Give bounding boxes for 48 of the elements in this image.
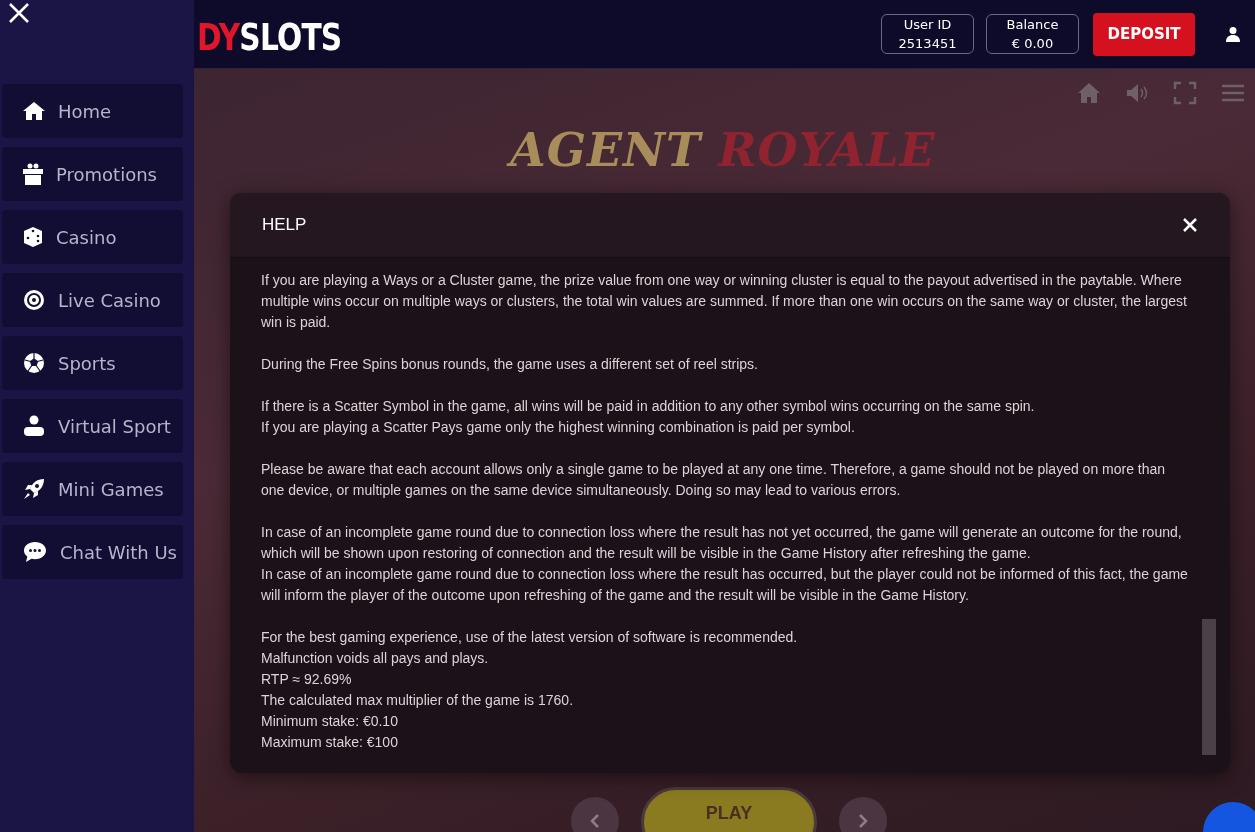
user-id-label: User ID bbox=[903, 16, 952, 34]
help-text: If you are playing a Scatter Pays game only the highest winning combination is paid per symbol. bbox=[261, 418, 856, 437]
menu-item[interactable]: Live Casino bbox=[2, 273, 183, 327]
site-logo[interactable]: DYSLOTS bbox=[197, 9, 342, 59]
close-icon[interactable] bbox=[1182, 217, 1198, 233]
menu-item[interactable]: Chat With Us bbox=[2, 525, 183, 579]
speaker-icon[interactable] bbox=[1125, 83, 1149, 103]
menu-item[interactable]: Sports bbox=[2, 336, 183, 390]
vr-headset-icon bbox=[23, 415, 45, 437]
deposit-button[interactable]: DEPOSIT bbox=[1093, 12, 1195, 56]
rocket-icon bbox=[23, 478, 45, 500]
help-text: During the Free Spins bonus rounds, the game uses a different set of reel strips. bbox=[261, 355, 759, 374]
home-icon[interactable] bbox=[1077, 82, 1101, 104]
balance-value: € 0.00 bbox=[1011, 35, 1054, 53]
menu-item[interactable]: Promotions bbox=[2, 147, 183, 201]
dice-icon bbox=[23, 226, 43, 248]
fullscreen-icon[interactable] bbox=[1173, 81, 1197, 105]
chevron-left-icon bbox=[590, 813, 600, 829]
menu-item[interactable]: Mini Games bbox=[2, 462, 183, 516]
help-text: Maximum stake: €100 bbox=[261, 733, 399, 752]
next-button[interactable] bbox=[839, 797, 887, 832]
balance-label: Balance bbox=[1006, 16, 1059, 34]
help-text: In case of an incomplete game round due to connection loss where the result has not yet occurred, the game will generate an outcome for the round, which will be shown upon restoring of connection and the result will be visible in the Game History after refreshing the game. bbox=[261, 523, 1183, 563]
menu-item[interactable]: Casino bbox=[2, 210, 183, 264]
help-text: For the best gaming experience, use of the latest version of software is recommended. bbox=[261, 628, 799, 647]
previous-button[interactable] bbox=[571, 797, 619, 832]
menu-item[interactable]: Home bbox=[2, 84, 183, 138]
help-text: Minimum stake: €0.10 bbox=[261, 712, 399, 731]
help-text: If there is a Scatter Symbol in the game, all wins will be paid in addition to any other symbol wins occurring on the same spin. bbox=[261, 397, 1036, 416]
chevron-right-icon bbox=[858, 813, 868, 829]
help-text: The calculated max multiplier of the game is 1760. bbox=[261, 691, 575, 710]
gift-icon bbox=[23, 163, 43, 185]
home-icon bbox=[23, 101, 45, 121]
menu-icon[interactable] bbox=[1221, 83, 1245, 103]
user-icon[interactable] bbox=[1225, 26, 1241, 42]
close-icon[interactable] bbox=[8, 2, 30, 24]
user-id-value: 2513451 bbox=[898, 35, 957, 53]
help-text: If you are playing a Ways or a Cluster game, the prize value from one way or winning cluster is equal to the payout advertised in the paytable. Where multiple wins occur on multiple ways or clusters, the total win values are summed. If more than one win occurs on the same way or cluster, the largest win is paid. bbox=[261, 271, 1188, 332]
menu-item[interactable]: Virtual Sport bbox=[2, 399, 183, 453]
help-text: RTP ≈ 92.69% bbox=[261, 670, 353, 689]
dialog-title: HELP bbox=[262, 215, 307, 235]
soccer-ball-icon bbox=[23, 352, 45, 374]
chat-icon bbox=[23, 541, 47, 563]
roulette-icon bbox=[23, 289, 45, 311]
help-text: In case of an incomplete game round due to connection loss where the result has occurred, but the player could not be informed of this fact, the game will inform the player of the outcome upon refreshing of the game and the result will be visible in the Game History. bbox=[261, 565, 1188, 605]
scrollbar-thumb[interactable] bbox=[1202, 619, 1216, 755]
help-text: Please be aware that each account allows only a single game to be played at any one time. Therefore, a game should not be played on more than one device, or multiple games on the same device simultaneously. Doing so may lead to various errors. bbox=[261, 460, 1167, 500]
help-text: Malfunction voids all pays and plays. bbox=[261, 649, 490, 668]
